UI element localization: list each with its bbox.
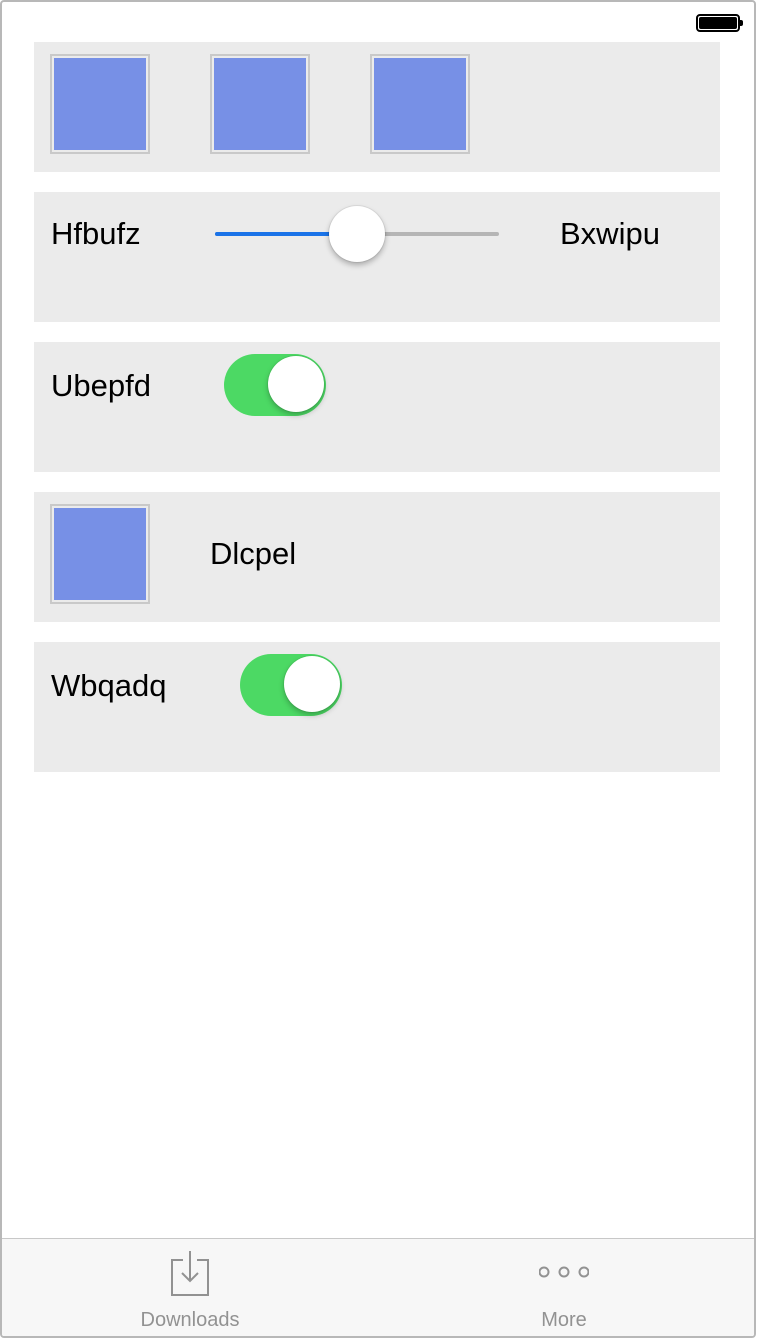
status-bar <box>2 2 754 42</box>
toggle-knob-2 <box>284 656 340 712</box>
image-row-label: Dlcpel <box>210 536 297 571</box>
slider-max-label: Bxwipu <box>560 216 660 251</box>
battery-icon <box>696 14 743 32</box>
swatch-card <box>34 42 720 172</box>
downloads-icon <box>171 1251 209 1296</box>
slider-card: Hfbufz Bxwipu <box>34 192 720 322</box>
tab-more-label: More <box>541 1309 587 1331</box>
image-swatch-4[interactable] <box>50 504 150 604</box>
slider-min-label: Hfbufz <box>51 216 141 251</box>
tab-bar: Downloads More <box>2 1238 754 1336</box>
toggle-switch-1[interactable] <box>224 354 326 416</box>
toggle-label-1: Ubepfd <box>51 368 151 403</box>
toggle-card-2: Wbqadq <box>34 642 720 772</box>
toggle-switch-2[interactable] <box>240 654 342 716</box>
toggle-label-2: Wbqadq <box>51 668 167 703</box>
tab-more[interactable]: More <box>464 1239 664 1336</box>
more-icon <box>539 1266 589 1278</box>
tab-downloads[interactable]: Downloads <box>90 1239 290 1336</box>
toggle-knob-1 <box>268 356 324 412</box>
toggle-card-1: Ubepfd <box>34 342 720 472</box>
image-swatch-1[interactable] <box>50 54 150 154</box>
tab-downloads-label: Downloads <box>140 1309 240 1331</box>
image-label-card: Dlcpel <box>34 492 720 622</box>
image-swatch-3[interactable] <box>370 54 470 154</box>
image-swatch-2[interactable] <box>210 54 310 154</box>
slider[interactable] <box>215 206 499 262</box>
slider-thumb[interactable] <box>329 206 385 262</box>
device-frame: Hfbufz Bxwipu Ubepfd Dlcpel Wbqadq Downl… <box>0 0 756 1338</box>
